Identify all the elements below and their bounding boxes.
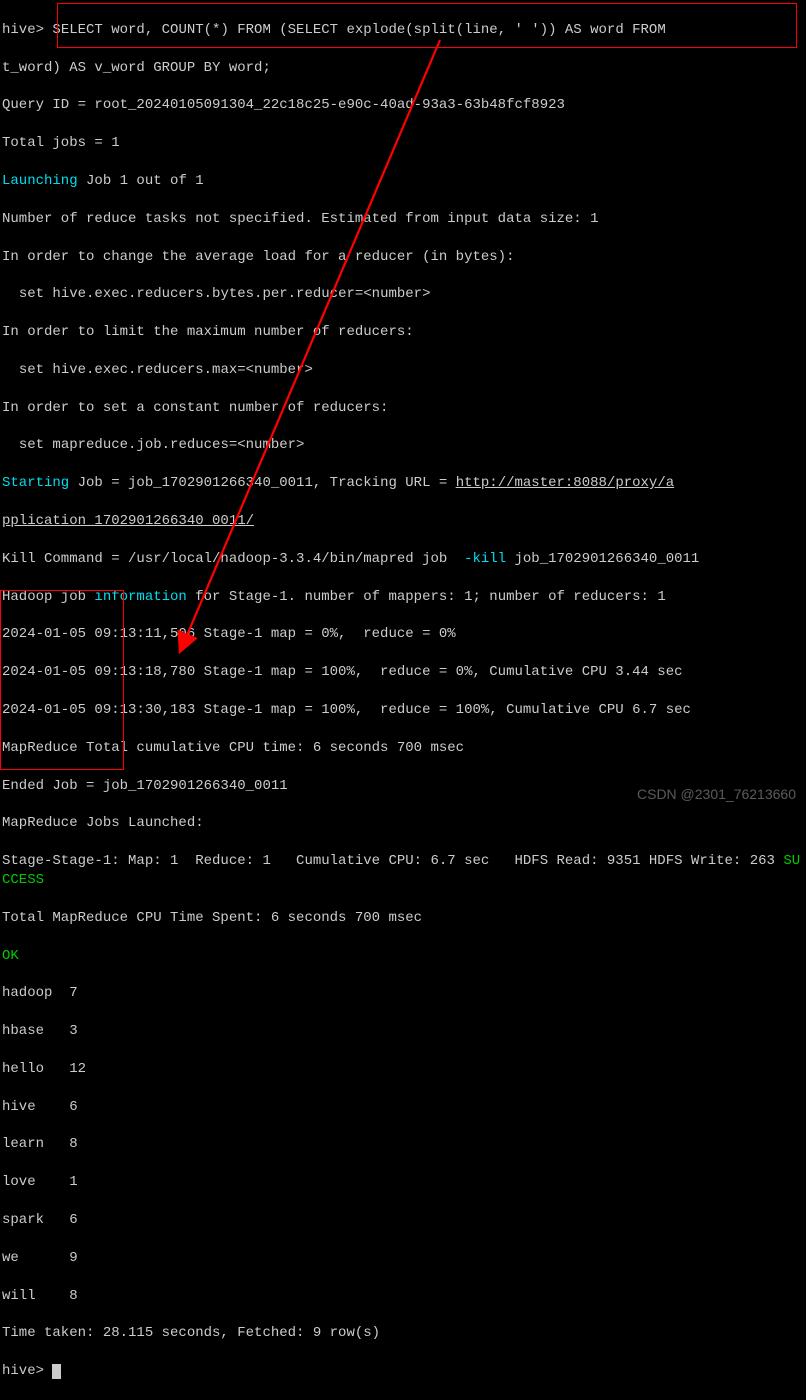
time-taken: Time taken: 28.115 seconds, Fetched: 9 r… bbox=[2, 1325, 380, 1341]
timestamp-2: 2024-01-05 09:13:18,780 Stage-1 map = 10… bbox=[2, 664, 683, 680]
stage-stats: Stage-Stage-1: Map: 1 Reduce: 1 Cumulati… bbox=[2, 853, 783, 869]
hadoop-job-pre: Hadoop job bbox=[2, 589, 94, 605]
timestamp-1: 2024-01-05 09:13:11,506 Stage-1 map = 0%… bbox=[2, 626, 456, 642]
hive-prompt-2: hive> bbox=[2, 1363, 52, 1379]
set-max: set hive.exec.reducers.max=<number> bbox=[2, 362, 313, 378]
tracking-url-line1: http://master:8088/proxy/a bbox=[456, 475, 674, 491]
launching-label: Launching bbox=[2, 173, 78, 189]
avg-load-hint: In order to change the average load for … bbox=[2, 249, 514, 265]
ok-label: OK bbox=[2, 948, 19, 964]
hive-prompt: hive> bbox=[2, 22, 52, 38]
set-job: set mapreduce.job.reduces=<number> bbox=[2, 437, 304, 453]
cursor-icon[interactable] bbox=[52, 1364, 61, 1379]
tracking-url-line2: pplication_1702901266340_0011/ bbox=[2, 513, 254, 529]
result-row-3: hive 6 bbox=[2, 1099, 78, 1115]
mr-launched: MapReduce Jobs Launched: bbox=[2, 815, 204, 831]
kill-flag: -kill bbox=[464, 551, 506, 567]
hadoop-job-post: for Stage-1. number of mappers: 1; numbe… bbox=[187, 589, 666, 605]
kill-cmd-post: job_1702901266340_0011 bbox=[506, 551, 699, 567]
result-row-2: hello 12 bbox=[2, 1061, 86, 1077]
kill-cmd-pre: Kill Command = /usr/local/hadoop-3.3.4/b… bbox=[2, 551, 464, 567]
reduce-estimate: Number of reduce tasks not specified. Es… bbox=[2, 211, 599, 227]
result-row-8: will 8 bbox=[2, 1288, 78, 1304]
starting-text: Job = job_1702901266340_0011, Tracking U… bbox=[69, 475, 455, 491]
limit-max-hint: In order to limit the maximum number of … bbox=[2, 324, 414, 340]
terminal-output[interactable]: hive> SELECT word, COUNT(*) FROM (SELECT… bbox=[2, 2, 804, 1400]
result-row-1: hbase 3 bbox=[2, 1023, 78, 1039]
timestamp-3: 2024-01-05 09:13:30,183 Stage-1 map = 10… bbox=[2, 702, 691, 718]
const-num-hint: In order to set a constant number of red… bbox=[2, 400, 388, 416]
launching-text: Job 1 out of 1 bbox=[78, 173, 204, 189]
starting-label: Starting bbox=[2, 475, 69, 491]
result-row-7: we 9 bbox=[2, 1250, 78, 1266]
sql-query-line1: SELECT word, COUNT(*) FROM (SELECT explo… bbox=[52, 22, 665, 38]
sql-query-line2: t_word) AS v_word GROUP BY word; bbox=[2, 60, 271, 76]
set-bytes: set hive.exec.reducers.bytes.per.reducer… bbox=[2, 286, 430, 302]
result-row-4: learn 8 bbox=[2, 1136, 78, 1152]
result-row-6: spark 6 bbox=[2, 1212, 78, 1228]
mr-total: MapReduce Total cumulative CPU time: 6 s… bbox=[2, 740, 464, 756]
total-mr-time: Total MapReduce CPU Time Spent: 6 second… bbox=[2, 910, 422, 926]
watermark: CSDN @2301_76213660 bbox=[637, 785, 796, 804]
total-jobs: Total jobs = 1 bbox=[2, 135, 120, 151]
result-row-5: love 1 bbox=[2, 1174, 78, 1190]
ended-job: Ended Job = job_1702901266340_0011 bbox=[2, 778, 288, 794]
query-id: Query ID = root_20240105091304_22c18c25-… bbox=[2, 97, 565, 113]
result-row-0: hadoop 7 bbox=[2, 985, 78, 1001]
information-label: information bbox=[94, 589, 186, 605]
